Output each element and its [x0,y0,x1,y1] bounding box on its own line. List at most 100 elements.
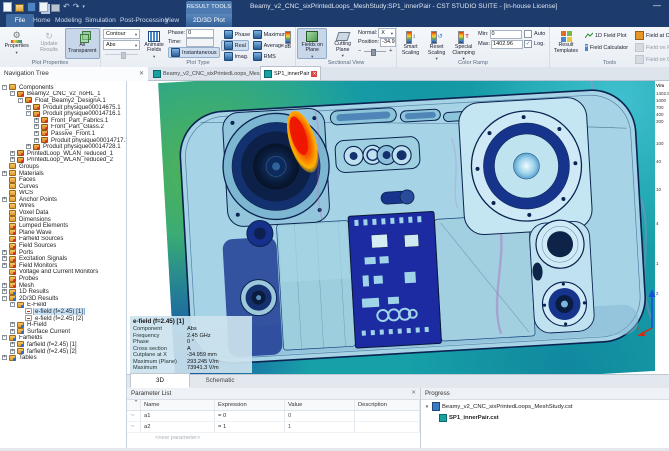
tree-item[interactable]: Voxel Data [0,209,126,216]
open-file-icon[interactable] [15,4,24,12]
expand-toggle-icon[interactable]: + [2,256,7,261]
progress-root-item[interactable]: ▾ Beamy_v2_CNC_sixPrintedLoops_MeshStudy… [421,402,669,411]
real-button[interactable]: Real [221,40,249,51]
tab-view[interactable]: View [165,14,179,27]
tab-modeling[interactable]: Modeling [55,14,82,27]
expand-toggle-icon[interactable]: - [10,91,15,96]
tree-item[interactable]: + PrintedLoop_WLAN_reduced_2 [0,157,126,164]
expand-toggle-icon[interactable]: + [2,263,7,268]
tree-item[interactable]: + Produit physique00014728.1 [0,143,126,150]
tab-simulation[interactable]: Simulation [85,14,116,27]
tab-home[interactable]: Home [33,14,51,27]
auto-checkbox[interactable] [524,30,532,38]
tab-2d3d-plot[interactable]: 2D/3D Plot [186,14,232,27]
update-results-button[interactable]: ↻ Update Results [33,28,64,59]
tree-item[interactable]: + Field Monitors [0,262,126,269]
expand-toggle-icon[interactable]: - [26,111,31,116]
expand-toggle-icon[interactable]: + [2,355,7,360]
expand-toggle-icon[interactable]: + [10,329,15,334]
tree-item[interactable]: + H-Field [0,321,126,328]
save-icon[interactable] [27,2,36,12]
undo-icon[interactable]: ↶ [63,2,70,12]
instantaneous-button[interactable]: Instantaneous [168,47,220,58]
document-tab[interactable]: Beamy_v2_CNC_sixPrintedLoops_MeshStudy ✕ [150,67,260,80]
expand-toggle-icon[interactable]: - [2,296,7,301]
tree-item[interactable]: + Front_Part_Fabrics.1 [0,117,126,124]
expand-toggle-icon[interactable]: + [2,289,7,294]
normal-dropdown[interactable]: X▾ [378,28,396,38]
position-input[interactable]: -34.9586 [380,38,396,47]
tree-item[interactable]: + Materials [0,170,126,177]
field-at-curve-button[interactable]: Field at Cu... [632,30,669,41]
expand-toggle-icon[interactable]: - [2,85,7,90]
tree-item[interactable]: + Mesh [0,282,126,289]
qat-menu-icon[interactable]: ▾ [82,2,85,12]
expand-toggle-icon[interactable]: + [34,118,39,123]
special-clamping-button[interactable]: T Special Clamping ▾ [450,28,477,59]
redo-icon[interactable]: ↷ [73,2,80,12]
expand-toggle-icon[interactable]: + [34,131,39,136]
view-tab[interactable]: Schematic [190,373,250,388]
tree-item[interactable]: + farfield (f=2.45) [2] [0,348,126,355]
slider-plus[interactable]: + [389,48,392,54]
field-on-face-button[interactable]: Field on Fa... [632,42,669,53]
tree-item[interactable]: Field Sources [0,242,126,249]
tree-item[interactable]: - 2D/3D Results [0,295,126,302]
copy-icon[interactable] [39,2,48,12]
tree-item[interactable]: - Components [0,84,126,91]
fields-on-plane-button[interactable]: Fields on Plane ▾ [297,28,327,59]
tree-item[interactable]: Lumped Elements [0,222,126,229]
tree-item[interactable]: Curves [0,183,126,190]
view-tab[interactable]: 3D [130,373,190,388]
tree-item[interactable]: - Beamy2_CNC_v2_noHL_1 [0,91,126,98]
reset-scaling-button[interactable]: ↺ Reset Scaling ▾ [424,28,449,59]
document-tab[interactable]: SP1_innerPair ✕ [260,66,321,80]
expand-toggle-icon[interactable]: + [10,349,15,354]
all-transparent-button[interactable]: All Transparent [65,28,100,59]
filter-icon[interactable] [133,400,139,408]
tree-item[interactable]: + Anchor Points [0,196,126,203]
properties-button[interactable]: ⚙ Properties ▾ [0,28,33,59]
1d-field-plot-button[interactable]: 1D Field Plot [582,30,630,41]
log-checkbox[interactable]: ✓ [524,40,532,48]
tab-file[interactable]: File [6,14,34,27]
tree-item[interactable]: Probes [0,275,126,282]
position-slider[interactable] [362,49,388,54]
phase-input[interactable]: 0 [186,29,214,38]
tree-item[interactable]: WCS [0,190,126,197]
tree-item[interactable]: - Farfields [0,335,126,342]
expand-toggle-icon[interactable]: + [10,342,15,347]
close-icon[interactable]: ✕ [139,67,144,81]
max-input[interactable]: 1402.96 [491,40,523,49]
tree-item[interactable]: - E-Field [0,302,126,309]
expand-toggle-icon[interactable]: + [2,250,7,255]
tree-item[interactable]: Wires [0,203,126,210]
expand-toggle-icon[interactable]: + [2,283,7,288]
expand-toggle-icon[interactable]: + [26,144,31,149]
tree-item[interactable]: Plane Wave [0,229,126,236]
tree-item[interactable]: + 1D Results [0,288,126,295]
tree-item[interactable]: + Passive_Front.1 [0,130,126,137]
tree-item[interactable]: + Excitation Signals [0,255,126,262]
new-parameter-row[interactable]: <new parameter> [127,433,420,443]
tree-item[interactable]: Groups [0,163,126,170]
animate-fields-button[interactable]: Animate Fields ▾ [141,28,167,59]
db-button[interactable]: dB [281,28,295,59]
min-input[interactable]: 0 [490,30,522,39]
tree-item[interactable]: Farfield Sources [0,236,126,243]
time-input[interactable] [186,38,214,47]
average-button[interactable]: Average [250,40,280,51]
new-file-icon[interactable] [3,2,12,12]
tree-item[interactable]: + Ports [0,249,126,256]
tree-item[interactable]: + Tables [0,354,126,361]
expand-toggle-icon[interactable]: + [10,151,15,156]
tree-item[interactable]: Faces [0,176,126,183]
expand-toggle-icon[interactable]: + [34,124,39,129]
contour-dropdown[interactable]: Contour▾ [103,29,140,39]
tree-item[interactable]: + Produit physique00014717.1 [0,137,126,144]
parameter-row[interactable]: -= a2 = 1 1 [127,422,420,433]
expand-toggle-icon[interactable]: + [34,138,39,143]
tab-post-processing[interactable]: Post-Processing [120,14,168,27]
expand-toggle-icon[interactable]: ▾ [424,404,430,410]
expand-toggle-icon[interactable]: + [10,322,15,327]
